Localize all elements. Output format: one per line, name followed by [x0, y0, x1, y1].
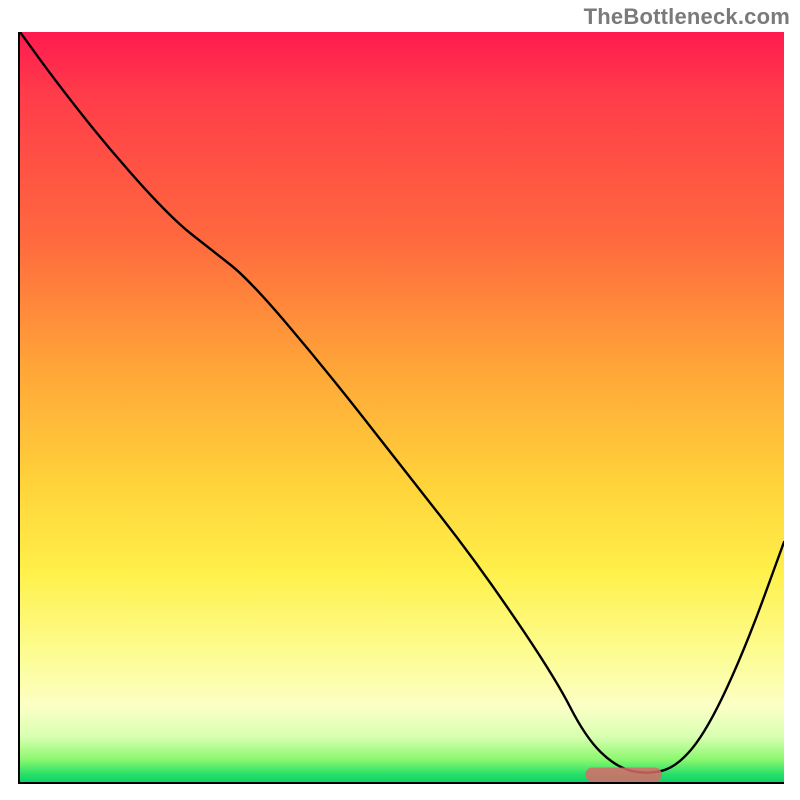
bottleneck-curve: [20, 32, 784, 782]
watermark-text: TheBottleneck.com: [584, 4, 790, 30]
chart-root: TheBottleneck.com: [0, 0, 800, 800]
optimal-range-marker: [585, 768, 661, 782]
plot-area: [18, 32, 784, 784]
